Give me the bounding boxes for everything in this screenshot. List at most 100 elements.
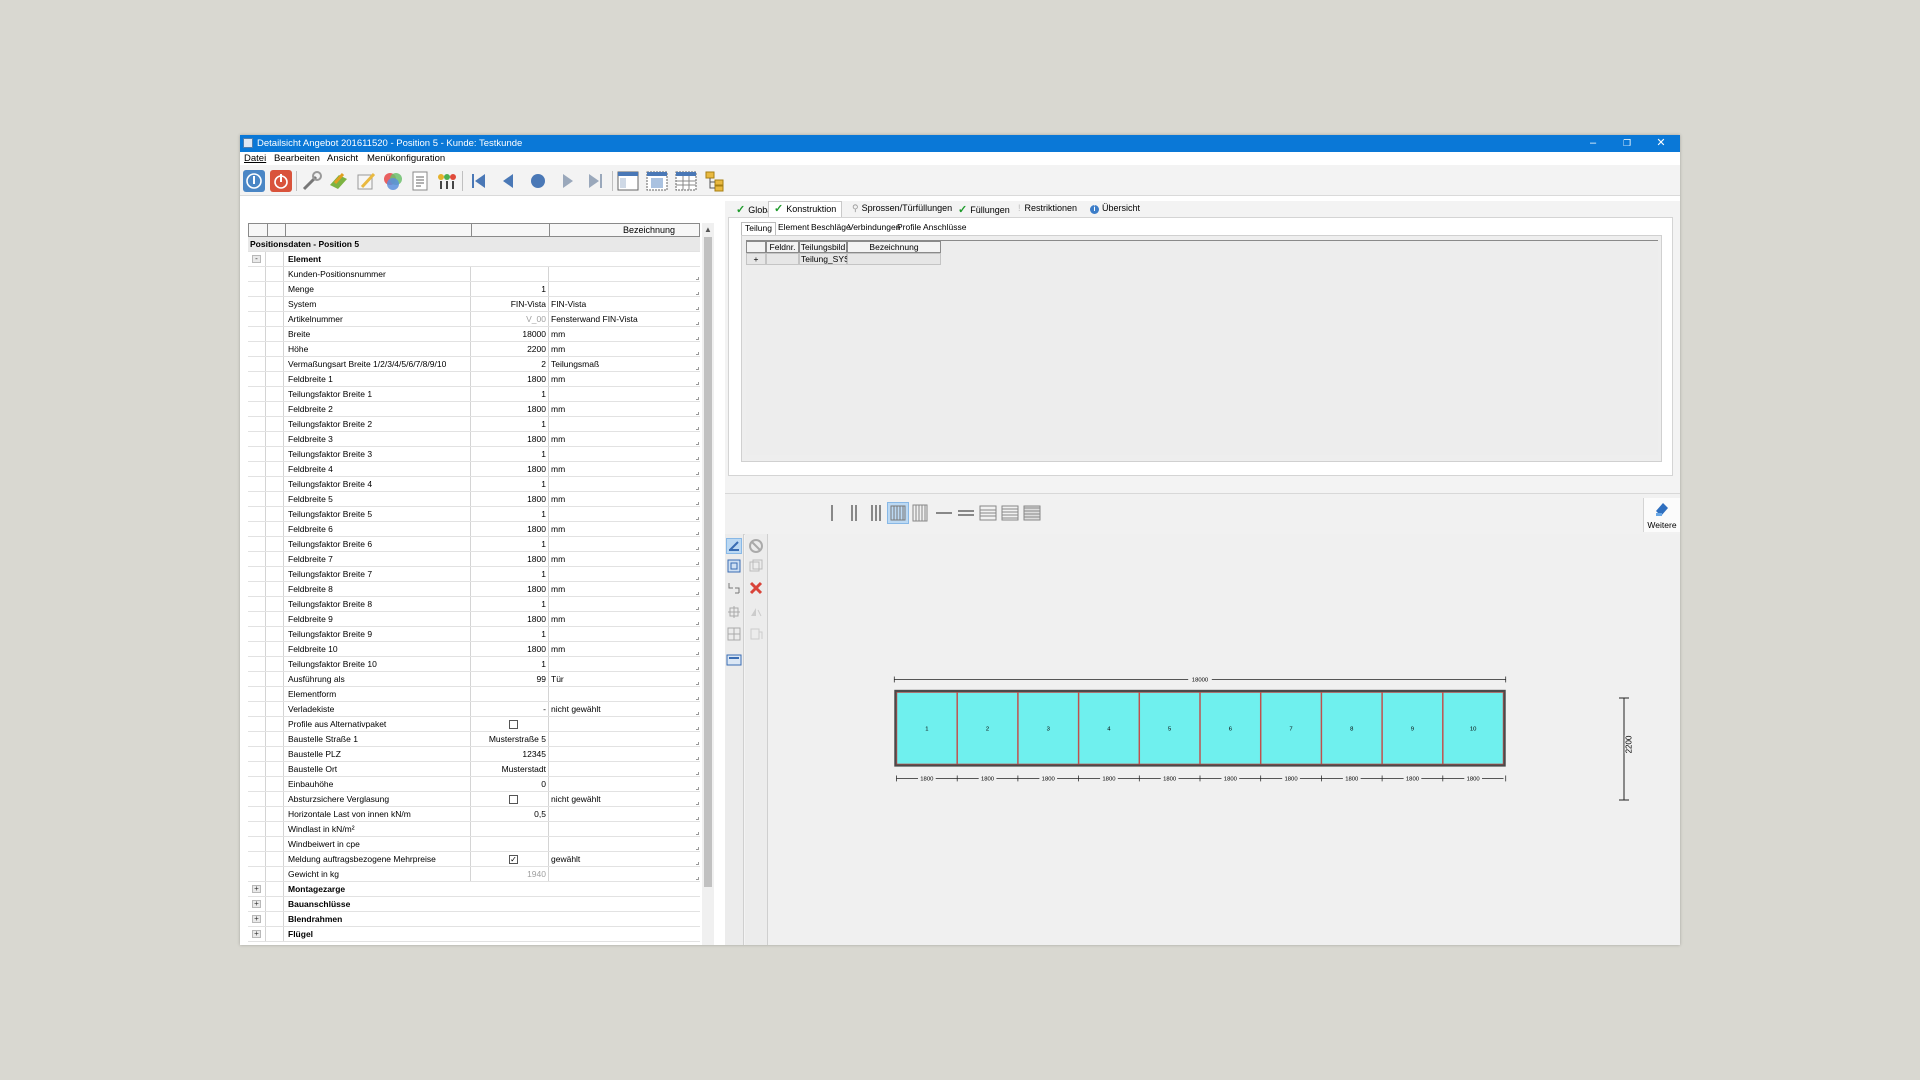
property-description[interactable] (548, 417, 700, 431)
property-value[interactable] (470, 687, 548, 701)
property-value[interactable]: 18000 (470, 327, 548, 341)
property-value[interactable]: 1800 (470, 582, 548, 596)
menu-datei[interactable]: Datei (244, 153, 266, 164)
align-tool-icon[interactable] (726, 604, 742, 620)
property-value[interactable]: 1 (470, 507, 548, 521)
cell-bezeichnung[interactable] (847, 253, 941, 265)
property-description[interactable]: mm (548, 552, 700, 566)
frame-tool-icon[interactable] (726, 558, 742, 574)
grid-row[interactable]: Feldbreite 5 1800 mm (248, 492, 700, 507)
horizontal-divide-4-icon[interactable] (999, 502, 1021, 524)
tab-uebersicht[interactable]: i Übersicht (1086, 203, 1144, 217)
property-description[interactable]: mm (548, 342, 700, 356)
property-description[interactable]: mm (548, 462, 700, 476)
colors-icon[interactable] (381, 169, 405, 193)
grid-tool-icon[interactable] (726, 626, 742, 642)
property-value[interactable] (470, 267, 548, 281)
grid-row[interactable]: Ausführung als 99 Tür (248, 672, 700, 687)
tab-fuellungen[interactable]: ✓ Füllungen (954, 203, 1014, 217)
property-description[interactable]: mm (548, 582, 700, 596)
document-icon[interactable] (408, 169, 432, 193)
property-value[interactable]: 1 (470, 477, 548, 491)
property-description[interactable]: mm (548, 492, 700, 506)
property-value[interactable]: 12345 (470, 747, 548, 761)
property-value[interactable]: 1800 (470, 642, 548, 656)
delete-icon[interactable] (748, 580, 764, 596)
power-button[interactable] (269, 169, 293, 193)
grid-row[interactable]: Windbeiwert in cpe (248, 837, 700, 852)
horizontal-divide-2-icon[interactable] (955, 502, 977, 524)
property-description[interactable] (548, 732, 700, 746)
property-description[interactable]: nicht gewählt (548, 702, 700, 716)
property-description[interactable]: mm (548, 612, 700, 626)
property-description[interactable] (548, 447, 700, 461)
property-value[interactable]: FIN-Vista (470, 297, 548, 311)
cell-teilungsbild[interactable]: Teilung_SYSTE (799, 253, 861, 265)
checkbox[interactable] (509, 720, 518, 729)
grid-row[interactable]: Horizontale Last von innen kN/m 0,5 (248, 807, 700, 822)
property-description[interactable] (548, 282, 700, 296)
row-expander[interactable]: + (746, 253, 766, 265)
property-value[interactable]: Musterstraße 5 (470, 732, 548, 746)
grid-row[interactable]: Feldbreite 6 1800 mm (248, 522, 700, 537)
menu-bearbeiten[interactable]: Bearbeiten (274, 153, 320, 164)
horizontal-divide-1-icon[interactable] (933, 502, 955, 524)
subtab-anschluesse[interactable]: Anschlüsse (923, 222, 966, 235)
property-description[interactable] (548, 867, 700, 881)
property-description[interactable] (548, 807, 700, 821)
grid-group-row[interactable]: + Bauanschlüsse (248, 897, 700, 912)
element-drawing[interactable]: 1800011800218003180041800518006180071800… (786, 675, 1614, 783)
info-button[interactable] (242, 169, 266, 193)
property-description[interactable]: Fensterwand FIN-Vista (548, 312, 700, 326)
property-description[interactable]: mm (548, 327, 700, 341)
horizontal-divide-3-icon[interactable] (977, 502, 999, 524)
tab-konstruktion[interactable]: ✓ Konstruktion (768, 201, 843, 218)
property-value[interactable]: ✓ (470, 852, 548, 866)
grid-row[interactable]: Vermaßungsart Breite 1/2/3/4/5/6/7/8/9/1… (248, 357, 700, 372)
expand-icon[interactable]: + (252, 900, 261, 908)
collapse-icon[interactable]: - (252, 255, 261, 263)
property-description[interactable] (548, 267, 700, 281)
grid-row[interactable]: Meldung auftragsbezogene Mehrpreise ✓ gewä… (248, 852, 700, 867)
col-feldnr[interactable]: Feldnr. (766, 241, 799, 253)
grid-row[interactable]: Menge 1 (248, 282, 700, 297)
property-value[interactable]: 1800 (470, 552, 548, 566)
grid-row[interactable]: Feldbreite 3 1800 mm (248, 432, 700, 447)
property-description[interactable]: mm (548, 372, 700, 386)
grid-row[interactable]: Profile aus Alternativpaket (248, 717, 700, 732)
grid-row[interactable]: System FIN-Vista FIN-Vista (248, 297, 700, 312)
property-value[interactable]: 2200 (470, 342, 548, 356)
property-description[interactable]: mm (548, 402, 700, 416)
grid-row[interactable]: Feldbreite 2 1800 mm (248, 402, 700, 417)
close-button[interactable]: ✕ (1644, 135, 1678, 152)
vertical-divide-4-icon[interactable] (887, 502, 909, 524)
property-value[interactable]: 1 (470, 282, 548, 296)
col-teilungsbild[interactable]: Teilungsbild (799, 241, 847, 253)
cell-feldnr[interactable] (766, 253, 799, 265)
warnings-icon[interactable] (435, 169, 459, 193)
grid-row[interactable]: Einbauhöhe 0 (248, 777, 700, 792)
property-value[interactable] (470, 822, 548, 836)
property-description[interactable] (548, 747, 700, 761)
property-value[interactable]: V_00 (470, 312, 548, 326)
grid-group-row[interactable]: - Element (248, 252, 700, 267)
scroll-thumb[interactable] (704, 237, 712, 887)
property-value[interactable]: - (470, 702, 548, 716)
grid-row[interactable]: Absturzsichere Verglasung nicht gewählt (248, 792, 700, 807)
property-value[interactable]: 1 (470, 627, 548, 641)
grid-row[interactable]: Feldbreite 10 1800 mm (248, 642, 700, 657)
drawing-canvas[interactable]: 18000 1 1800 2 1800 3 1800 4 1800 5 1800 6 1800 7 1800… (768, 534, 1680, 945)
menu-menuekonfiguration[interactable]: Menükonfiguration (367, 153, 445, 164)
subtab-verbindungen[interactable]: Verbindungen (848, 222, 900, 235)
tab-restriktionen[interactable]: ! Restriktionen (1014, 203, 1081, 217)
grid-row[interactable]: Teilungsfaktor Breite 3 1 (248, 447, 700, 462)
grid-row[interactable]: Baustelle Ort Musterstadt (248, 762, 700, 777)
grid-row[interactable]: Teilungsfaktor Breite 5 1 (248, 507, 700, 522)
vertical-divide-5-icon[interactable] (909, 502, 931, 524)
property-description[interactable] (548, 687, 700, 701)
property-value[interactable]: 1 (470, 567, 548, 581)
grid-row[interactable]: Teilungsfaktor Breite 10 1 (248, 657, 700, 672)
property-description[interactable] (548, 507, 700, 521)
subtab-element[interactable]: Element (778, 222, 809, 235)
property-value[interactable]: 1800 (470, 462, 548, 476)
